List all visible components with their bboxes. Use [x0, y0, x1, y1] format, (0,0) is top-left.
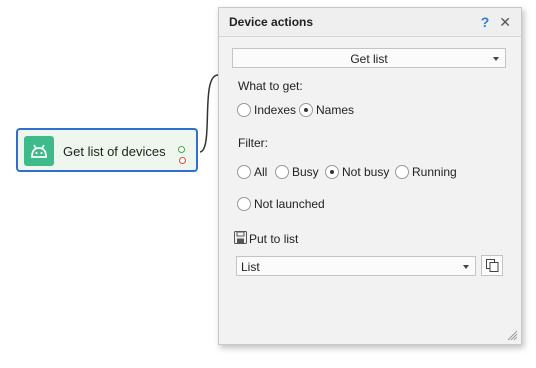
- error-output-port[interactable]: [179, 157, 186, 164]
- put-to-list-label: Put to list: [234, 231, 298, 247]
- radio-busy[interactable]: Busy: [275, 165, 319, 179]
- copy-icon: [485, 259, 498, 272]
- radio-running[interactable]: Running: [395, 165, 457, 179]
- action-select-value: Get list: [350, 52, 388, 66]
- list-select-value: List: [241, 260, 260, 274]
- radio-label: Not busy: [342, 165, 390, 179]
- radio-circle-checked: [299, 103, 313, 117]
- android-icon: [24, 136, 54, 166]
- radio-label: Indexes: [254, 103, 297, 117]
- radio-label: Names: [316, 103, 355, 117]
- radio-all[interactable]: All: [237, 165, 267, 179]
- radio-circle: [237, 103, 251, 117]
- device-node[interactable]: Get list of devices: [16, 128, 198, 172]
- success-output-port[interactable]: [178, 146, 185, 153]
- panel-header: Device actions ? ✕: [219, 8, 521, 37]
- copy-button[interactable]: [481, 255, 503, 276]
- list-select[interactable]: List: [236, 256, 476, 276]
- help-icon[interactable]: ?: [481, 14, 490, 30]
- radio-label: All: [254, 165, 268, 179]
- radio-circle: [275, 165, 289, 179]
- what-to-get-label: What to get:: [238, 79, 303, 93]
- radio-names[interactable]: Names: [299, 103, 354, 117]
- panel-title: Device actions: [229, 15, 314, 29]
- node-title: Get list of devices: [63, 144, 166, 159]
- radio-circle: [237, 165, 251, 179]
- radio-circle: [237, 197, 251, 211]
- radio-indexes[interactable]: Indexes: [237, 103, 296, 117]
- chevron-down-icon: [463, 265, 469, 269]
- action-select[interactable]: Get list: [232, 48, 506, 68]
- radio-label: Busy: [292, 165, 319, 179]
- close-icon[interactable]: ✕: [499, 14, 511, 31]
- chevron-down-icon: [493, 57, 499, 61]
- radio-not-busy[interactable]: Not busy: [325, 165, 389, 179]
- radio-circle-checked: [325, 165, 339, 179]
- resize-grip-icon[interactable]: [506, 329, 518, 341]
- device-actions-panel: Device actions ? ✕ Get list What to get:…: [218, 7, 522, 345]
- radio-not-launched[interactable]: Not launched: [237, 197, 325, 211]
- radio-label: Running: [412, 165, 457, 179]
- filter-label: Filter:: [238, 136, 268, 150]
- save-icon: [234, 231, 247, 247]
- put-to-list-text: Put to list: [249, 232, 299, 246]
- radio-circle: [395, 165, 409, 179]
- radio-label: Not launched: [254, 197, 325, 211]
